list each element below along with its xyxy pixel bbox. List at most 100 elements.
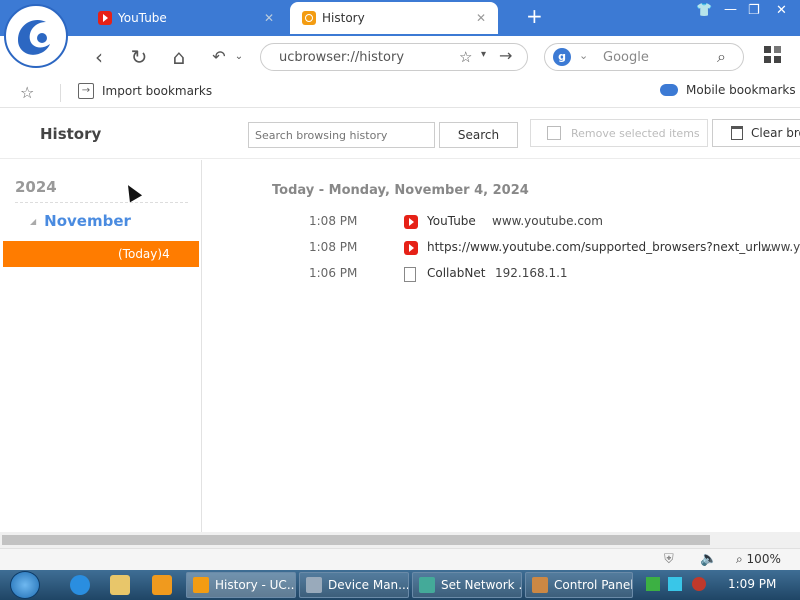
- mobile-bookmarks-link[interactable]: Mobile bookmarks: [660, 83, 796, 97]
- collapse-triangle-icon[interactable]: ◢: [30, 217, 36, 226]
- bookmarks-bar: ☆ → Import bookmarks Mobile bookmarks: [0, 78, 800, 108]
- taskbar-item-label: Device Man...: [328, 578, 409, 592]
- entry-url: 192.168.1.1: [495, 266, 568, 280]
- day-heading: Today - Monday, November 4, 2024: [272, 183, 529, 198]
- scrollbar-thumb[interactable]: [2, 535, 710, 545]
- volume-tray-icon[interactable]: [692, 577, 706, 591]
- sidebar-year[interactable]: 2024: [15, 178, 57, 196]
- tab-label: History: [322, 11, 365, 25]
- cloud-icon: [660, 84, 678, 96]
- import-bookmarks-label: Import bookmarks: [102, 84, 213, 98]
- reload-button[interactable]: ↻: [126, 44, 152, 70]
- navigation-toolbar: ‹ ↻ ⌂ ↶ ⌄ ucbrowser://history ☆ ▾ → g ⌄ …: [0, 36, 800, 78]
- taskbar-item-label: History - UC...: [215, 578, 296, 592]
- sidebar-day-today[interactable]: (Today)4: [3, 241, 199, 267]
- uc-browser-icon: [193, 577, 209, 593]
- taskbar-item-label: Control Panel: [554, 578, 633, 592]
- remove-selected-button[interactable]: Remove selected items: [530, 119, 708, 147]
- back-button[interactable]: ‹: [86, 44, 112, 70]
- entry-time: 1:08 PM: [309, 240, 358, 254]
- import-icon: →: [78, 83, 94, 99]
- address-text[interactable]: ucbrowser://history: [279, 50, 404, 65]
- remove-selected-label: Remove selected items: [571, 126, 700, 140]
- home-button[interactable]: ⌂: [166, 44, 192, 70]
- taskbar-item-control-panel[interactable]: Control Panel: [525, 572, 633, 598]
- entry-title-link[interactable]: https://www.youtube.com/supported_browse…: [427, 240, 773, 254]
- apps-grid-icon[interactable]: [764, 46, 784, 66]
- sidebar-day-label: (Today)4: [118, 247, 170, 261]
- tab-history[interactable]: History ✕: [290, 2, 498, 34]
- horizontal-scrollbar[interactable]: [0, 532, 800, 548]
- search-button[interactable]: Search: [439, 122, 518, 148]
- youtube-icon: [404, 215, 418, 229]
- search-box[interactable]: g ⌄ Google ⌕: [544, 43, 744, 71]
- remove-icon: [547, 126, 561, 140]
- tray-app-icon[interactable]: [646, 577, 660, 591]
- internet-explorer-icon[interactable]: [70, 575, 90, 595]
- history-entry[interactable]: 1:08 PM https://www.youtube.com/supporte…: [203, 237, 800, 259]
- start-button[interactable]: [10, 571, 40, 599]
- page-title: History: [40, 125, 102, 143]
- history-list: Today - Monday, November 4, 2024 1:08 PM…: [203, 160, 800, 532]
- zoom-level[interactable]: ⌕ 100%: [736, 552, 781, 567]
- chevron-down-icon[interactable]: ⌄: [579, 49, 588, 62]
- tab-label: YouTube: [118, 11, 167, 25]
- file-explorer-icon[interactable]: [110, 575, 130, 595]
- divider: [15, 202, 188, 203]
- address-bar[interactable]: ucbrowser://history ☆ ▾ →: [260, 43, 528, 71]
- sidebar-month-label: November: [44, 212, 131, 230]
- search-icon[interactable]: ⌕: [717, 47, 726, 67]
- system-clock[interactable]: 1:09 PM: [728, 577, 776, 591]
- media-player-icon[interactable]: [152, 575, 172, 595]
- sidebar-month[interactable]: ◢ November: [30, 212, 131, 230]
- title-bar: YouTube ✕ History ✕ + 👕 — ❐ ✕: [0, 0, 800, 68]
- restore-button[interactable]: ❐: [748, 3, 760, 18]
- entry-time: 1:06 PM: [309, 266, 358, 280]
- entry-url: www.y: [761, 240, 800, 254]
- history-entry[interactable]: 1:08 PM YouTube www.youtube.com: [203, 211, 800, 233]
- device-manager-icon: [306, 577, 322, 593]
- entry-title-link[interactable]: YouTube: [427, 214, 476, 228]
- document-icon: [404, 267, 416, 282]
- star-icon[interactable]: ☆: [459, 48, 472, 66]
- divider: [60, 84, 61, 102]
- youtube-icon: [98, 11, 112, 25]
- network-tray-icon[interactable]: [668, 577, 682, 591]
- entry-time: 1:08 PM: [309, 214, 358, 228]
- close-window-button[interactable]: ✕: [776, 3, 787, 18]
- taskbar-item-set-network[interactable]: Set Network ...: [412, 572, 522, 598]
- shield-icon[interactable]: ⛨: [664, 552, 674, 567]
- entry-title-link[interactable]: CollabNet: [427, 266, 485, 280]
- taskbar-item-device-manager[interactable]: Device Man...: [299, 572, 409, 598]
- network-icon: [419, 577, 435, 593]
- chevron-down-icon[interactable]: ▾: [481, 49, 486, 60]
- trash-icon: [731, 126, 743, 140]
- close-tab-icon[interactable]: ✕: [476, 11, 486, 25]
- speaker-icon[interactable]: 🔈: [700, 551, 717, 567]
- skin-icon[interactable]: 👕: [696, 3, 712, 18]
- history-header: History Search Remove selected items Cle…: [0, 109, 800, 159]
- status-bar: ⛨ 🔈 ⌕ 100%: [0, 548, 800, 570]
- chevron-down-icon[interactable]: ⌄: [226, 44, 252, 70]
- search-engine-icon[interactable]: g: [553, 48, 571, 66]
- tab-youtube[interactable]: YouTube ✕: [86, 2, 286, 34]
- minimize-button[interactable]: —: [724, 2, 737, 17]
- new-tab-button[interactable]: +: [526, 4, 543, 28]
- star-icon[interactable]: ☆: [20, 83, 34, 102]
- zoom-value: 100%: [746, 552, 781, 566]
- search-input[interactable]: Google: [603, 50, 649, 65]
- import-bookmarks-link[interactable]: → Import bookmarks: [78, 83, 212, 99]
- close-tab-icon[interactable]: ✕: [264, 11, 274, 25]
- history-entry[interactable]: 1:06 PM CollabNet 192.168.1.1: [203, 263, 800, 285]
- uc-browser-logo[interactable]: [4, 4, 68, 68]
- control-panel-icon: [532, 577, 548, 593]
- clear-browsing-button[interactable]: Clear bro: [712, 119, 800, 147]
- taskbar-item-history[interactable]: History - UC...: [186, 572, 296, 598]
- youtube-icon: [404, 241, 418, 255]
- history-icon: [302, 11, 316, 25]
- taskbar-item-label: Set Network ...: [441, 578, 522, 592]
- go-arrow-icon[interactable]: →: [499, 46, 512, 65]
- history-search-input[interactable]: [248, 122, 435, 148]
- history-sidebar: 2024 ◢ November (Today)4: [0, 160, 202, 532]
- clear-browsing-label: Clear bro: [751, 126, 800, 140]
